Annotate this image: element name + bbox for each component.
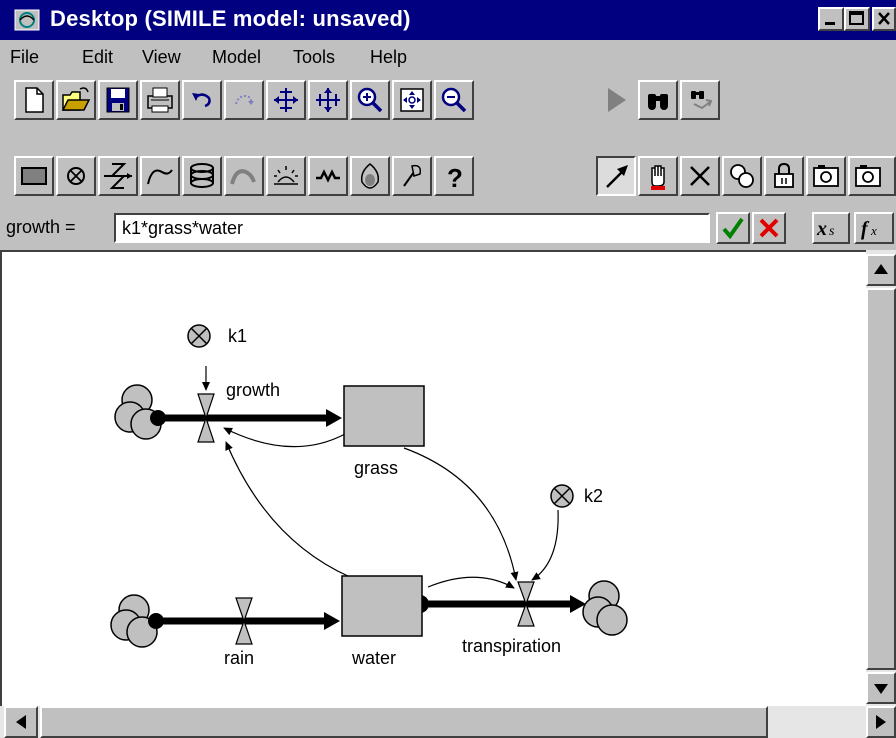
flow-pipe-transpiration [411, 595, 586, 613]
variables-list-button[interactable]: xs [812, 212, 850, 244]
more-tools-button[interactable] [848, 156, 896, 196]
compartment-water[interactable] [341, 575, 423, 637]
label-water: water [351, 648, 396, 668]
horizontal-scroll-thumb[interactable] [40, 706, 768, 738]
menu-file[interactable]: File [10, 47, 39, 68]
help-tool[interactable]: ? [434, 156, 474, 196]
functions-list-button[interactable]: fx [854, 212, 894, 244]
minimize-button[interactable] [818, 7, 844, 31]
close-button[interactable] [872, 7, 896, 31]
equation-bar: growth = k1*grass*water xs fx [0, 206, 896, 248]
label-growth: growth [226, 380, 280, 400]
stretch-horizontal-button[interactable] [266, 80, 306, 120]
maximize-button[interactable] [844, 7, 870, 31]
scroll-down-button[interactable] [866, 672, 896, 704]
sink-cloud-transpiration[interactable] [582, 580, 628, 636]
label-k2: k2 [584, 486, 603, 506]
select-arrow-tool[interactable] [596, 156, 636, 196]
menu-view[interactable]: View [142, 47, 181, 68]
redo-button[interactable] [224, 80, 264, 120]
app-icon[interactable] [14, 9, 40, 31]
flow-pipe-growth [150, 409, 342, 427]
role-arrow-tool[interactable] [224, 156, 264, 196]
lock-tool[interactable] [764, 156, 804, 196]
horizontal-scrollbar[interactable] [0, 706, 896, 738]
vertical-scrollbar[interactable] [866, 250, 896, 706]
duplicate-tool[interactable] [722, 156, 762, 196]
variable-k2[interactable] [550, 484, 574, 508]
accept-equation-button[interactable] [716, 212, 750, 244]
event-tool[interactable] [266, 156, 306, 196]
equation-label: growth = [6, 217, 76, 237]
compartment-grass[interactable] [343, 385, 425, 447]
condition-tool[interactable] [350, 156, 390, 196]
delete-tool[interactable] [680, 156, 720, 196]
new-button[interactable] [14, 80, 54, 120]
menu-model[interactable]: Model [212, 47, 261, 68]
model-diagram: k1 k2 growth grass rain water transpirat… [110, 324, 628, 668]
open-button[interactable] [56, 80, 96, 120]
function-tool[interactable] [308, 156, 348, 196]
pin-tool[interactable] [392, 156, 432, 196]
menu-bar: File Edit View Model Tools Help [0, 42, 896, 72]
scroll-right-button[interactable] [866, 706, 896, 738]
zoom-in-button[interactable] [350, 80, 390, 120]
svg-text:s: s [829, 224, 835, 239]
scroll-up-button[interactable] [866, 254, 896, 286]
cancel-equation-button[interactable] [752, 212, 786, 244]
svg-text:x: x [870, 223, 877, 238]
influence-tool[interactable] [140, 156, 180, 196]
zoom-out-button[interactable] [434, 80, 474, 120]
scroll-left-button[interactable] [4, 706, 38, 738]
model-canvas[interactable]: k1 k2 growth grass rain water transpirat… [0, 250, 866, 706]
variable-k1[interactable] [187, 324, 211, 348]
window-title: Desktop (SIMILE model: unsaved) [50, 6, 411, 31]
find-button[interactable] [638, 80, 678, 120]
vertical-scroll-thumb[interactable] [866, 288, 896, 670]
zoom-fit-button[interactable] [392, 80, 432, 120]
label-grass: grass [354, 458, 398, 478]
save-button[interactable] [98, 80, 138, 120]
variable-tool[interactable] [56, 156, 96, 196]
menu-edit[interactable]: Edit [82, 47, 113, 68]
compartment-tool[interactable] [14, 156, 54, 196]
find-replace-button[interactable] [680, 80, 720, 120]
svg-text:f: f [861, 218, 870, 240]
svg-text:x: x [816, 218, 827, 240]
undo-button[interactable] [182, 80, 222, 120]
label-k1: k1 [228, 326, 247, 346]
label-transpiration: transpiration [462, 636, 561, 656]
menu-tools[interactable]: Tools [293, 47, 335, 68]
print-button[interactable] [140, 80, 180, 120]
hand-tool[interactable] [638, 156, 678, 196]
svg-text:?: ? [447, 163, 463, 193]
stretch-vertical-button[interactable] [308, 80, 348, 120]
label-rain: rain [224, 648, 254, 668]
title-bar[interactable]: Desktop (SIMILE model: unsaved) [0, 0, 896, 40]
menu-help[interactable]: Help [370, 47, 407, 68]
flow-tool[interactable] [98, 156, 138, 196]
run-button[interactable] [596, 80, 636, 120]
snapshot-tool[interactable] [806, 156, 846, 196]
equation-input[interactable]: k1*grass*water [114, 213, 710, 243]
submodel-tool[interactable] [182, 156, 222, 196]
